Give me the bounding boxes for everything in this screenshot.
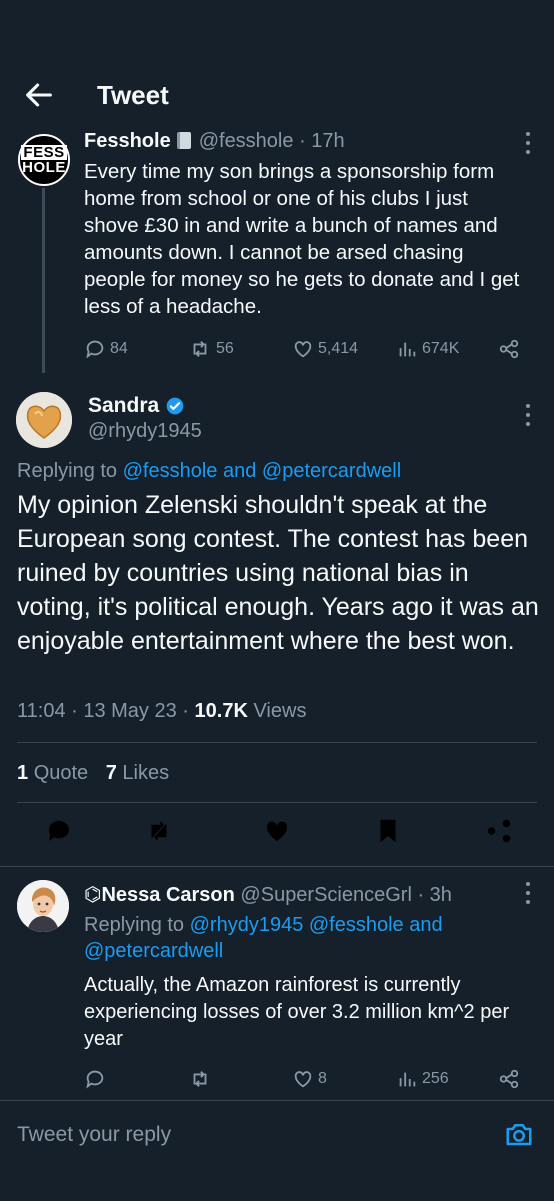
divider	[17, 802, 537, 803]
views-button[interactable]: 256	[396, 1068, 449, 1090]
replying-to-users[interactable]: @rhydy1945 @fesshole and	[190, 914, 443, 936]
reply-compose-bar: Tweet your reply	[0, 1100, 554, 1201]
author-handle[interactable]: @SuperScienceGrl	[240, 884, 411, 906]
avatar[interactable]: FESS HOLE	[18, 134, 70, 186]
timestamp[interactable]: 11:04 · 13 May 23 ·	[17, 700, 189, 722]
reply-button[interactable]: 84	[84, 338, 128, 360]
parent-tweet[interactable]: FESS HOLE Fesshole @fesshole · 17h Every …	[0, 126, 554, 384]
reply-count: 84	[110, 340, 128, 357]
views-count: 10.7K	[194, 700, 248, 722]
retweet-icon	[193, 341, 207, 357]
verified-badge-icon	[166, 397, 184, 415]
tweet-meta: 11:04 · 13 May 23 · 10.7K Views	[17, 700, 306, 723]
reply-button[interactable]	[84, 1068, 106, 1090]
analytics-icon	[399, 342, 416, 357]
replying-to-prefix: Replying to	[84, 914, 185, 936]
reply-input[interactable]: Tweet your reply	[17, 1123, 171, 1147]
like-button[interactable]: 5,414	[292, 338, 358, 360]
thread-line	[42, 188, 45, 373]
replying-to-prefix: Replying to	[17, 460, 118, 482]
like-count: 5,414	[318, 340, 359, 357]
views-count: 674K	[422, 340, 460, 357]
tweet-stats: 84 56 5,414 674K	[84, 338, 524, 364]
likes-count-link[interactable]: 7 Likes	[106, 762, 169, 784]
share-button[interactable]	[498, 338, 520, 360]
bookmark-icon[interactable]	[373, 816, 403, 846]
tweet-time: · 17h	[299, 130, 345, 152]
tweet-text: Every time my son brings a sponsorship f…	[84, 160, 520, 318]
top-bar: Tweet	[0, 0, 554, 126]
avatar[interactable]	[16, 392, 72, 448]
author-name[interactable]: Sandra	[88, 394, 159, 418]
heart-icon[interactable]	[262, 816, 292, 846]
reply-tweet[interactable]: ⌬Nessa Carson @SuperScienceGrl · 3h Repl…	[0, 866, 554, 1100]
avatar-text-line-2: HOLE	[22, 159, 66, 176]
back-arrow-icon[interactable]	[22, 78, 56, 112]
retweet-icon[interactable]	[144, 816, 174, 846]
quote-count-link[interactable]: 1 Quote	[17, 762, 88, 784]
quote-count: 1	[17, 762, 29, 784]
likes-count: 7	[105, 762, 117, 784]
author-handle[interactable]: @rhydy1945	[88, 420, 202, 443]
share-icon[interactable]	[484, 816, 514, 846]
avatar-text-line-1: FESS	[21, 144, 67, 161]
like-count: 8	[318, 1070, 327, 1087]
tweet-time: · 3h	[417, 884, 452, 906]
analytics-icon	[399, 1072, 416, 1087]
engagement-counts: 1 Quote 7 Likes	[17, 762, 169, 785]
replying-to: Replying to @fesshole and @petercardwell	[17, 460, 401, 483]
reply-icon	[86, 1070, 104, 1089]
heart-avatar-image	[16, 392, 72, 448]
tweet-stats: 8 256	[84, 1068, 524, 1094]
views-count: 256	[422, 1070, 449, 1087]
retweet-button[interactable]: 56	[188, 338, 234, 360]
retweet-count: 56	[216, 340, 234, 357]
quote-label: Quote	[33, 762, 89, 784]
more-options-icon[interactable]	[526, 882, 532, 904]
camera-icon[interactable]	[504, 1119, 534, 1149]
author-handle[interactable]: @fesshole	[199, 130, 294, 152]
share-icon	[499, 1069, 519, 1089]
replying-to: Replying to @rhydy1945 @fesshole and @pe…	[84, 912, 504, 964]
author-name[interactable]: ⌬Nessa Carson	[84, 884, 235, 906]
tweet-header: ⌬Nessa Carson @SuperScienceGrl · 3h	[84, 882, 452, 907]
more-options-icon[interactable]	[526, 132, 532, 154]
author-name[interactable]: Fesshole	[84, 130, 171, 152]
page-title: Tweet	[97, 80, 169, 110]
author-name-row: Sandra	[88, 394, 185, 418]
retweet-button[interactable]	[188, 1068, 212, 1090]
tweet-text: My opinion Zelenski shouldn't speak at t…	[17, 491, 539, 655]
more-options-icon[interactable]	[526, 404, 532, 426]
avatar[interactable]	[17, 880, 69, 932]
reply-icon	[86, 340, 104, 359]
tweet-header: Fesshole @fesshole · 17h	[84, 130, 345, 153]
retweet-icon	[193, 1071, 207, 1087]
cartoon-avatar-image	[17, 880, 69, 932]
reply-icon[interactable]	[44, 816, 74, 846]
share-button[interactable]	[498, 1068, 520, 1090]
book-icon	[176, 132, 191, 149]
likes-label: Likes	[122, 762, 170, 784]
like-button[interactable]: 8	[292, 1068, 327, 1090]
views-label: Views	[253, 700, 307, 722]
action-bar	[0, 816, 554, 856]
views-button[interactable]: 674K	[396, 338, 459, 360]
tweet-text: Actually, the Amazon rainforest is curre…	[84, 974, 510, 1050]
heart-icon	[294, 341, 312, 358]
replying-to-users[interactable]: @fesshole and @petercardwell	[123, 460, 402, 482]
share-icon	[499, 339, 519, 359]
divider	[17, 742, 537, 743]
heart-icon	[294, 1071, 312, 1088]
replying-to-users-2[interactable]: @petercardwell	[84, 940, 223, 962]
